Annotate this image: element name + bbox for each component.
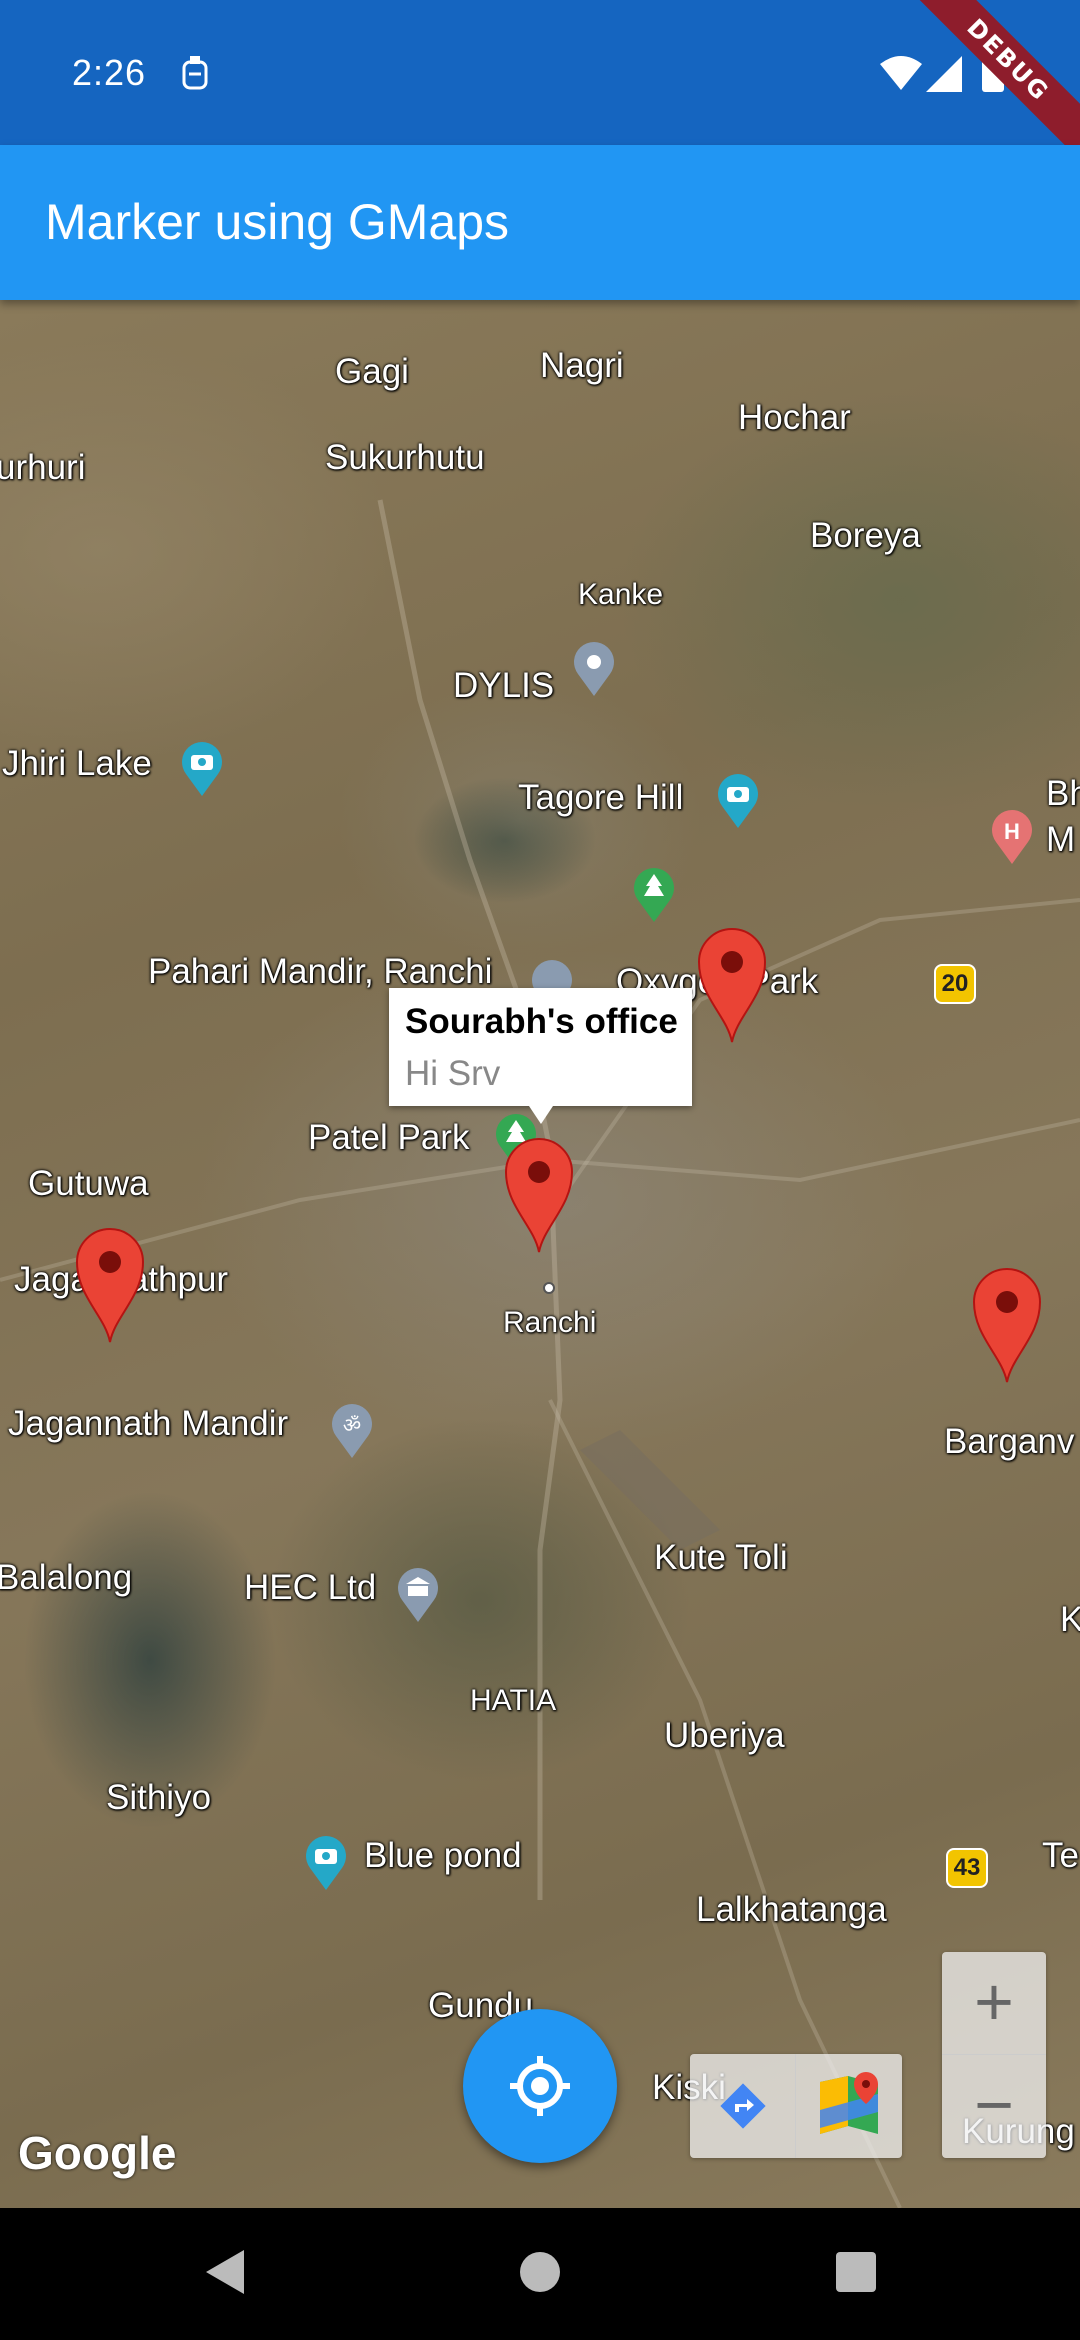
map-label-blue-pond: Blue pond <box>364 1836 522 1875</box>
status-bar: 2:26 DEBUG <box>0 0 1080 181</box>
status-time: 2:26 <box>72 52 147 93</box>
map-label-hec-ltd: HEC Ltd <box>244 1568 377 1607</box>
map-toolbar <box>690 2054 902 2158</box>
city-dot-ranchi <box>543 1282 555 1294</box>
map-label-hochar: Hochar <box>738 398 851 437</box>
svg-text:H: H <box>1004 819 1020 844</box>
app-bar-title: Marker using GMaps <box>45 194 510 250</box>
zoom-controls: + − <box>942 1952 1046 2158</box>
recents-icon[interactable] <box>828 2244 884 2300</box>
map-label-m: M <box>1046 820 1076 859</box>
zoom-in-button[interactable]: + <box>942 1952 1046 2055</box>
camera-poi-icon[interactable] <box>178 740 226 796</box>
highway-shield-20: 20 <box>934 964 976 1004</box>
map-label-tagore-hill: Tagore Hill <box>518 778 684 817</box>
temple-poi-icon[interactable]: ॐ <box>328 1402 376 1458</box>
gps-location-icon <box>510 2056 570 2116</box>
info-window-title: Sourabh's office <box>405 1002 678 1041</box>
map-label-gutuwa: Gutuwa <box>28 1164 149 1203</box>
zoom-out-button[interactable]: − <box>942 2055 1046 2158</box>
map-label-lalkhatanga: Lalkhatanga <box>696 1890 887 1929</box>
home-icon[interactable] <box>512 2244 568 2300</box>
map-marker-pin[interactable] <box>972 1266 1042 1384</box>
map-label-hatia: HATIA <box>470 1684 557 1717</box>
directions-button[interactable] <box>690 2054 796 2158</box>
highway-shield-43: 43 <box>946 1848 988 1888</box>
park-poi-icon[interactable] <box>630 866 678 922</box>
map-label-ranchi: Ranchi <box>503 1306 597 1339</box>
map-roads <box>0 499 1080 2208</box>
map-label-k: K <box>1060 1600 1080 1639</box>
google-maps-icon <box>820 2072 878 2134</box>
google-logo: Google <box>18 2127 177 2179</box>
app-bar: Marker using GMaps <box>0 145 1080 300</box>
hospital-poi-icon[interactable]: H <box>988 808 1036 864</box>
svg-text:ॐ: ॐ <box>343 1413 361 1437</box>
map-label-dylis: DYLIS <box>453 666 555 705</box>
camera-poi-icon[interactable] <box>714 772 762 828</box>
map-marker-pin[interactable] <box>75 1226 145 1344</box>
signal-icon <box>926 56 962 92</box>
back-icon[interactable] <box>200 2244 250 2300</box>
map-label-bh: Bh <box>1046 774 1080 813</box>
map-label-jagannath-mandir: Jagannath Mandir <box>8 1404 289 1443</box>
map-label-pahari-mandir: Pahari Mandir, Ranchi <box>148 952 493 991</box>
map-label-boreya: Boreya <box>810 516 921 555</box>
map-label-gagi: Gagi <box>335 352 409 391</box>
marker-info-window[interactable]: Sourabh's office Hi Srv <box>389 988 692 1124</box>
map-label-balalong: Balalong <box>0 1558 133 1597</box>
map-label-te: Te <box>1042 1836 1079 1875</box>
building-poi-icon[interactable] <box>394 1566 442 1622</box>
map-label-urhuri: urhuri <box>0 448 86 487</box>
my-location-fab[interactable] <box>463 2009 617 2163</box>
map-marker-pin[interactable] <box>697 926 767 1044</box>
info-window-snippet: Hi Srv <box>405 1054 501 1093</box>
map-label-jhiri-lake: Jhiri Lake <box>2 744 152 783</box>
open-in-google-maps-button[interactable] <box>796 2054 902 2158</box>
map-label-patel-park: Patel Park <box>308 1118 470 1157</box>
map-label-uberiya: Uberiya <box>664 1716 785 1755</box>
map-label-sukurhutu: Sukurhutu <box>325 438 485 477</box>
map-label-kanke: Kanke <box>578 578 664 611</box>
wifi-icon <box>880 56 922 90</box>
system-nav-bar <box>0 2208 1080 2340</box>
camera-poi-icon[interactable] <box>302 1834 350 1890</box>
map-label-barganv: Barganv <box>944 1422 1075 1461</box>
map-label-nagri: Nagri <box>540 346 624 385</box>
map-label-kute-toli: Kute Toli <box>654 1538 788 1577</box>
map-marker-pin[interactable] <box>504 1136 574 1254</box>
directions-icon <box>720 2083 766 2129</box>
sim-card-icon <box>182 56 208 90</box>
map-label-sithiyo: Sithiyo <box>106 1778 212 1817</box>
place-pin-icon[interactable] <box>570 640 618 696</box>
screen: 2:26 DEBUG Marker using GMaps Gagi Nagri… <box>0 0 1080 2340</box>
google-map[interactable]: Gagi Nagri Hochar urhuri Sukurhutu Kanke… <box>0 300 1080 2208</box>
